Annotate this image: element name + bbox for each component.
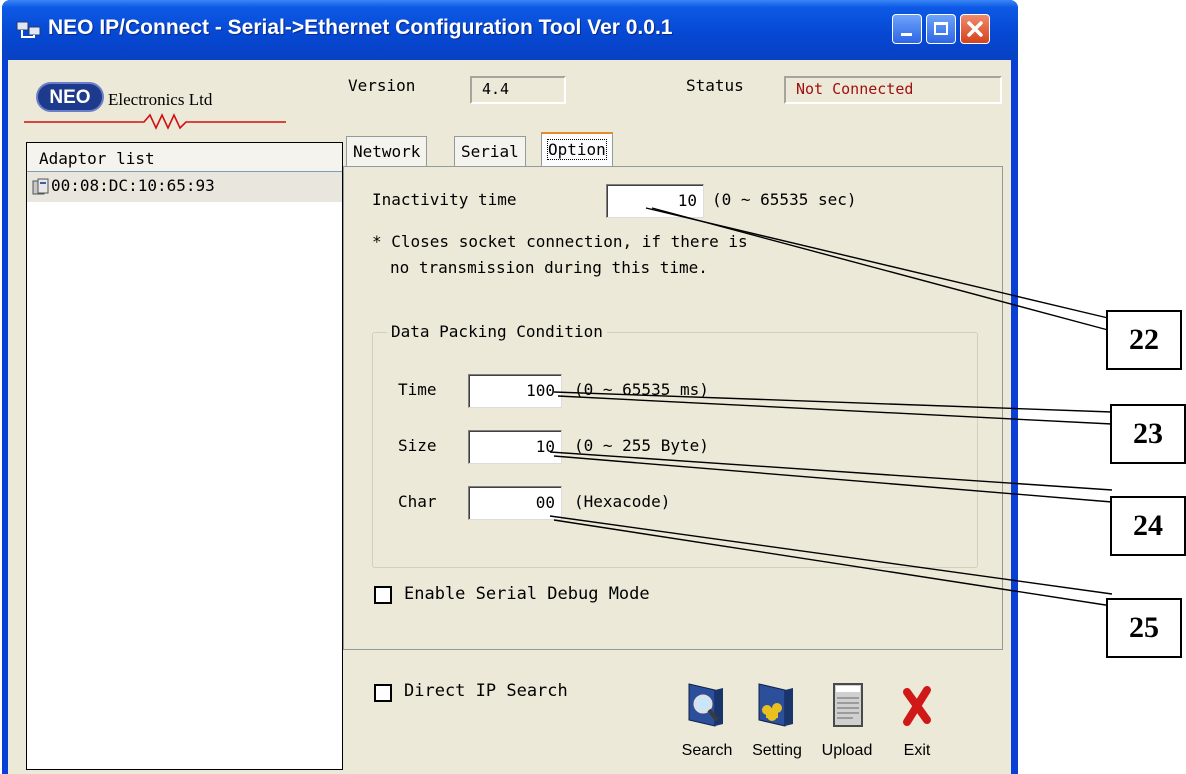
network-device-icon (32, 178, 49, 195)
callout-25: 25 (1106, 598, 1182, 658)
time-input[interactable]: 100 (468, 374, 562, 408)
upload-button-label: Upload (821, 742, 873, 759)
close-icon (967, 21, 983, 37)
version-field: 4.4 (470, 76, 566, 104)
debug-mode-label: Enable Serial Debug Mode (404, 584, 650, 604)
char-input[interactable]: 00 (468, 486, 562, 520)
app-icon (16, 21, 41, 38)
callout-24: 24 (1110, 496, 1186, 556)
close-button[interactable] (960, 14, 990, 44)
adaptor-list-item[interactable]: 00:08:DC:10:65:93 (27, 172, 342, 202)
time-range: (0 ~ 65535 ms) (574, 380, 709, 399)
window-title: NEO IP/Connect - Serial->Ethernet Config… (48, 16, 673, 39)
tab-network[interactable]: Network (346, 136, 428, 168)
direct-ip-checkbox[interactable] (374, 684, 392, 702)
direct-ip-label: Direct IP Search (404, 681, 568, 701)
adaptor-list[interactable]: Adaptor list 00:08:DC:10:65:93 (26, 142, 343, 770)
callout-22: 22 (1106, 310, 1182, 370)
neo-logo: NEO (36, 82, 104, 112)
inactivity-note-line1: * Closes socket connection, if there is (372, 232, 748, 251)
status-label: Status (686, 76, 744, 95)
inactivity-note-line2: no transmission during this time. (390, 258, 708, 277)
time-label: Time (398, 380, 437, 399)
setting-button-label: Setting (752, 742, 802, 759)
version-label: Version (348, 76, 416, 95)
size-input[interactable]: 10 (468, 430, 562, 464)
adaptor-mac: 00:08:DC:10:65:93 (51, 176, 215, 195)
upload-button[interactable]: Upload (812, 680, 882, 760)
setting-icon (758, 683, 793, 727)
inactivity-input[interactable]: 10 (606, 184, 704, 218)
inactivity-label: Inactivity time (372, 190, 517, 209)
adaptor-list-header: Adaptor list (27, 143, 342, 172)
company-name: Electronics Ltd (108, 90, 213, 109)
client-area: NEO Electronics Ltd Version 4.4 Status N… (8, 60, 1011, 774)
exit-icon (903, 686, 931, 726)
minimize-button[interactable] (892, 14, 922, 44)
callout-23: 23 (1110, 404, 1186, 464)
tab-serial[interactable]: Serial (454, 136, 526, 168)
app-window: NEO IP/Connect - Serial->Ethernet Config… (2, 0, 1018, 774)
setting-button[interactable]: Setting (742, 680, 812, 760)
logo-wave-icon (24, 113, 286, 130)
data-packing-title: Data Packing Condition (387, 322, 607, 341)
char-label: Char (398, 492, 437, 511)
title-bar[interactable]: NEO IP/Connect - Serial->Ethernet Config… (2, 0, 1018, 60)
inactivity-range: (0 ~ 65535 sec) (712, 190, 857, 209)
status-field: Not Connected (784, 76, 1002, 104)
search-icon (688, 683, 723, 727)
size-label: Size (398, 436, 437, 455)
search-button[interactable]: Search (672, 680, 742, 760)
exit-button-label: Exit (903, 742, 931, 759)
upload-icon (833, 683, 863, 727)
search-button-label: Search (681, 742, 733, 759)
char-range: (Hexacode) (574, 492, 671, 511)
exit-button[interactable]: Exit (882, 680, 952, 760)
debug-mode-checkbox[interactable] (374, 586, 392, 604)
size-range: (0 ~ 255 Byte) (574, 436, 709, 455)
maximize-button[interactable] (926, 14, 956, 44)
tab-option[interactable]: Option (541, 132, 613, 168)
